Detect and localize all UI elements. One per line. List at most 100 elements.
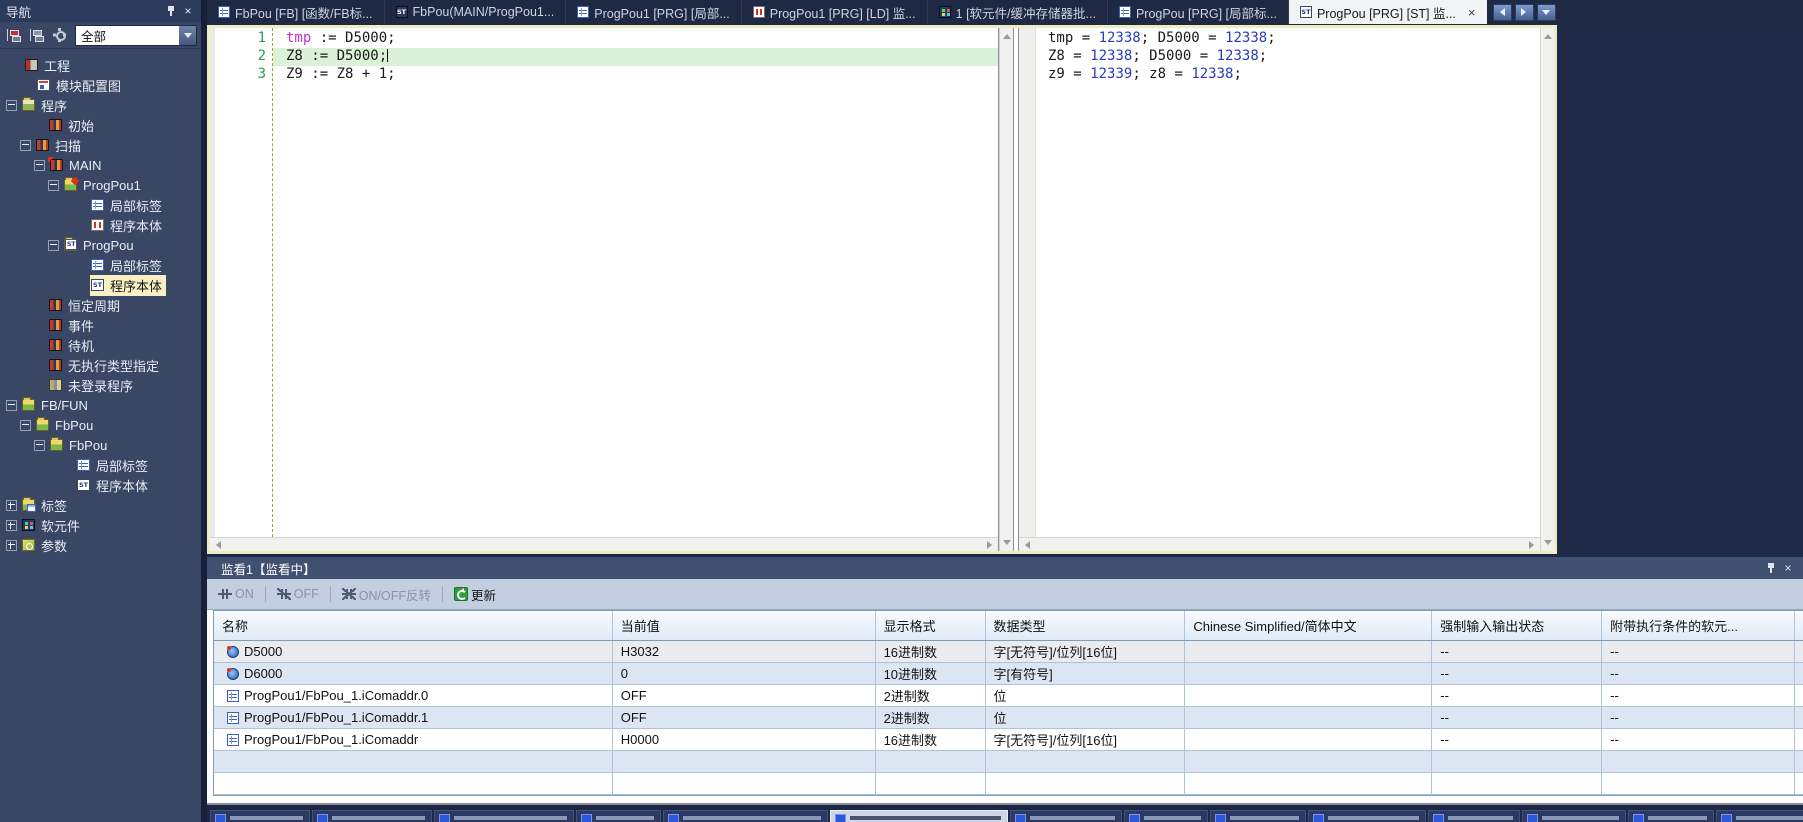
- bottom-tab-stub[interactable]: [1210, 810, 1306, 822]
- scroll-up-icon[interactable]: [1003, 30, 1011, 39]
- code-vscrollbar[interactable]: [999, 28, 1013, 551]
- tab-list-button[interactable]: [1537, 4, 1556, 21]
- tree-item[interactable]: 待机: [0, 335, 201, 355]
- watch-empty-row[interactable]: [214, 773, 1803, 795]
- tree-item[interactable]: 无执行类型指定: [0, 355, 201, 375]
- watch-toolbar-button[interactable]: OFF: [274, 585, 322, 603]
- editor-tab[interactable]: ProgPou [PRG] [局部标...: [1108, 0, 1289, 24]
- collapse-icon[interactable]: [6, 400, 17, 411]
- cell[interactable]: --: [1432, 641, 1602, 662]
- bottom-tab-stub[interactable]: [434, 810, 574, 822]
- code-line[interactable]: Z9 := Z8 + 1;: [273, 66, 998, 84]
- tree-item[interactable]: 扫描: [0, 135, 201, 155]
- tree-item[interactable]: 程序: [0, 95, 201, 115]
- tree-item[interactable]: ProgPou1: [0, 175, 201, 195]
- bottom-tab-stub[interactable]: [830, 810, 1008, 822]
- column-header[interactable]: 附带执行条件的软元...: [1602, 611, 1795, 640]
- cell[interactable]: [986, 773, 1186, 794]
- cell[interactable]: [1185, 663, 1432, 684]
- expand-icon[interactable]: [6, 520, 17, 531]
- tree-item[interactable]: FbPou: [0, 415, 201, 435]
- bottom-tab-stub[interactable]: [663, 810, 828, 822]
- cell[interactable]: 16进制数: [876, 641, 986, 662]
- expand-icon[interactable]: [6, 540, 17, 551]
- scroll-left-icon[interactable]: [1021, 541, 1030, 549]
- monitor-vscrollbar[interactable]: [1540, 28, 1554, 551]
- cell[interactable]: OFF: [613, 707, 876, 728]
- collapse-icon[interactable]: [20, 420, 31, 431]
- tab-close-icon[interactable]: ×: [1468, 5, 1476, 20]
- tree-item[interactable]: 未登录程序: [0, 375, 201, 395]
- cell[interactable]: [876, 773, 986, 794]
- bottom-tab-stub[interactable]: [576, 810, 661, 822]
- editor-tab[interactable]: 1 [软元件/缓冲存储器批...: [928, 0, 1108, 24]
- code-hscrollbar[interactable]: [210, 537, 998, 551]
- scroll-up-icon[interactable]: [1544, 30, 1552, 39]
- cell[interactable]: --: [1602, 707, 1795, 728]
- settings-button[interactable]: [50, 25, 70, 45]
- bottom-tab-stub[interactable]: [1308, 810, 1426, 822]
- bottom-tab-stub[interactable]: [312, 810, 432, 822]
- cell[interactable]: [1185, 773, 1432, 794]
- expand-icon[interactable]: [6, 500, 17, 511]
- cell[interactable]: [1432, 773, 1602, 794]
- cell[interactable]: --: [1602, 729, 1795, 750]
- close-icon[interactable]: ×: [181, 4, 195, 18]
- cell[interactable]: [1185, 729, 1432, 750]
- cell[interactable]: [214, 773, 613, 794]
- editor-tab[interactable]: ProgPou [PRG] [ST] 监...×: [1289, 0, 1487, 24]
- cell[interactable]: [1185, 751, 1432, 772]
- cell[interactable]: [1602, 773, 1795, 794]
- cell[interactable]: --: [1432, 685, 1602, 706]
- editor-tab[interactable]: FbPou [FB] [函数/FB标...: [207, 0, 385, 24]
- column-header[interactable]: Chinese Simplified/简体中文: [1185, 611, 1432, 640]
- collapse-icon[interactable]: [48, 180, 59, 191]
- cell[interactable]: 0: [613, 663, 876, 684]
- tree-collapse-button[interactable]: [27, 25, 47, 45]
- cell[interactable]: 2进制数: [876, 707, 986, 728]
- cell[interactable]: [1185, 685, 1432, 706]
- tree-item[interactable]: 局部标签: [0, 455, 201, 475]
- tree-item[interactable]: 工程: [0, 55, 201, 75]
- code-line[interactable]: Z8 := D5000;: [273, 48, 998, 66]
- watch-row[interactable]: ProgPou1/FbPou_1.iComaddrH000016进制数字[无符号…: [214, 729, 1803, 751]
- tree-item[interactable]: 程序本体: [0, 275, 201, 295]
- watch-toolbar-button[interactable]: ON: [215, 585, 257, 603]
- bottom-tab-stub[interactable]: [1522, 810, 1626, 822]
- watch-empty-row[interactable]: [214, 751, 1803, 773]
- cell[interactable]: 字[有符号]: [986, 663, 1186, 684]
- cell[interactable]: [1185, 641, 1432, 662]
- column-header[interactable]: 数据类型: [986, 611, 1186, 640]
- cell[interactable]: 10进制数: [876, 663, 986, 684]
- editor-tab[interactable]: ProgPou1 [PRG] [局部...: [566, 0, 741, 24]
- column-header[interactable]: 当前值: [613, 611, 876, 640]
- tab-scroll-right-button[interactable]: [1515, 4, 1534, 21]
- bottom-tab-stub[interactable]: [1124, 810, 1208, 822]
- cell[interactable]: ProgPou1/FbPou_1.iComaddr.1: [214, 707, 613, 728]
- watch-row[interactable]: ProgPou1/FbPou_1.iComaddr.0OFF2进制数位----: [214, 685, 1803, 707]
- code-line[interactable]: tmp := D5000;: [273, 30, 998, 48]
- tree-item[interactable]: 局部标签: [0, 255, 201, 275]
- scroll-down-icon[interactable]: [1003, 540, 1011, 549]
- close-icon[interactable]: ×: [1781, 561, 1795, 575]
- scroll-left-icon[interactable]: [212, 541, 221, 549]
- cell[interactable]: OFF: [613, 685, 876, 706]
- scroll-right-icon[interactable]: [1529, 541, 1538, 549]
- cell[interactable]: D5000: [214, 641, 613, 662]
- tree-item[interactable]: 恒定周期: [0, 295, 201, 315]
- cell[interactable]: [1432, 751, 1602, 772]
- bottom-tab-stub[interactable]: [1428, 810, 1520, 822]
- tree-item[interactable]: FbPou: [0, 435, 201, 455]
- cell[interactable]: 16进制数: [876, 729, 986, 750]
- tree-item[interactable]: 标签: [0, 495, 201, 515]
- dropdown-button[interactable]: [179, 26, 196, 45]
- watch-toolbar-button[interactable]: 更新: [451, 583, 499, 606]
- monitor-hscrollbar[interactable]: [1019, 537, 1540, 551]
- cell[interactable]: [613, 751, 876, 772]
- tree-item[interactable]: 程序本体: [0, 215, 201, 235]
- collapse-icon[interactable]: [34, 160, 45, 171]
- watch-toolbar-button[interactable]: ON/OFF反转: [339, 583, 434, 606]
- editor-tab[interactable]: ProgPou1 [PRG] [LD] 监...: [742, 0, 928, 24]
- bottom-tab-stub[interactable]: [1010, 810, 1122, 822]
- cell[interactable]: 字[无符号]/位列[16位]: [986, 729, 1186, 750]
